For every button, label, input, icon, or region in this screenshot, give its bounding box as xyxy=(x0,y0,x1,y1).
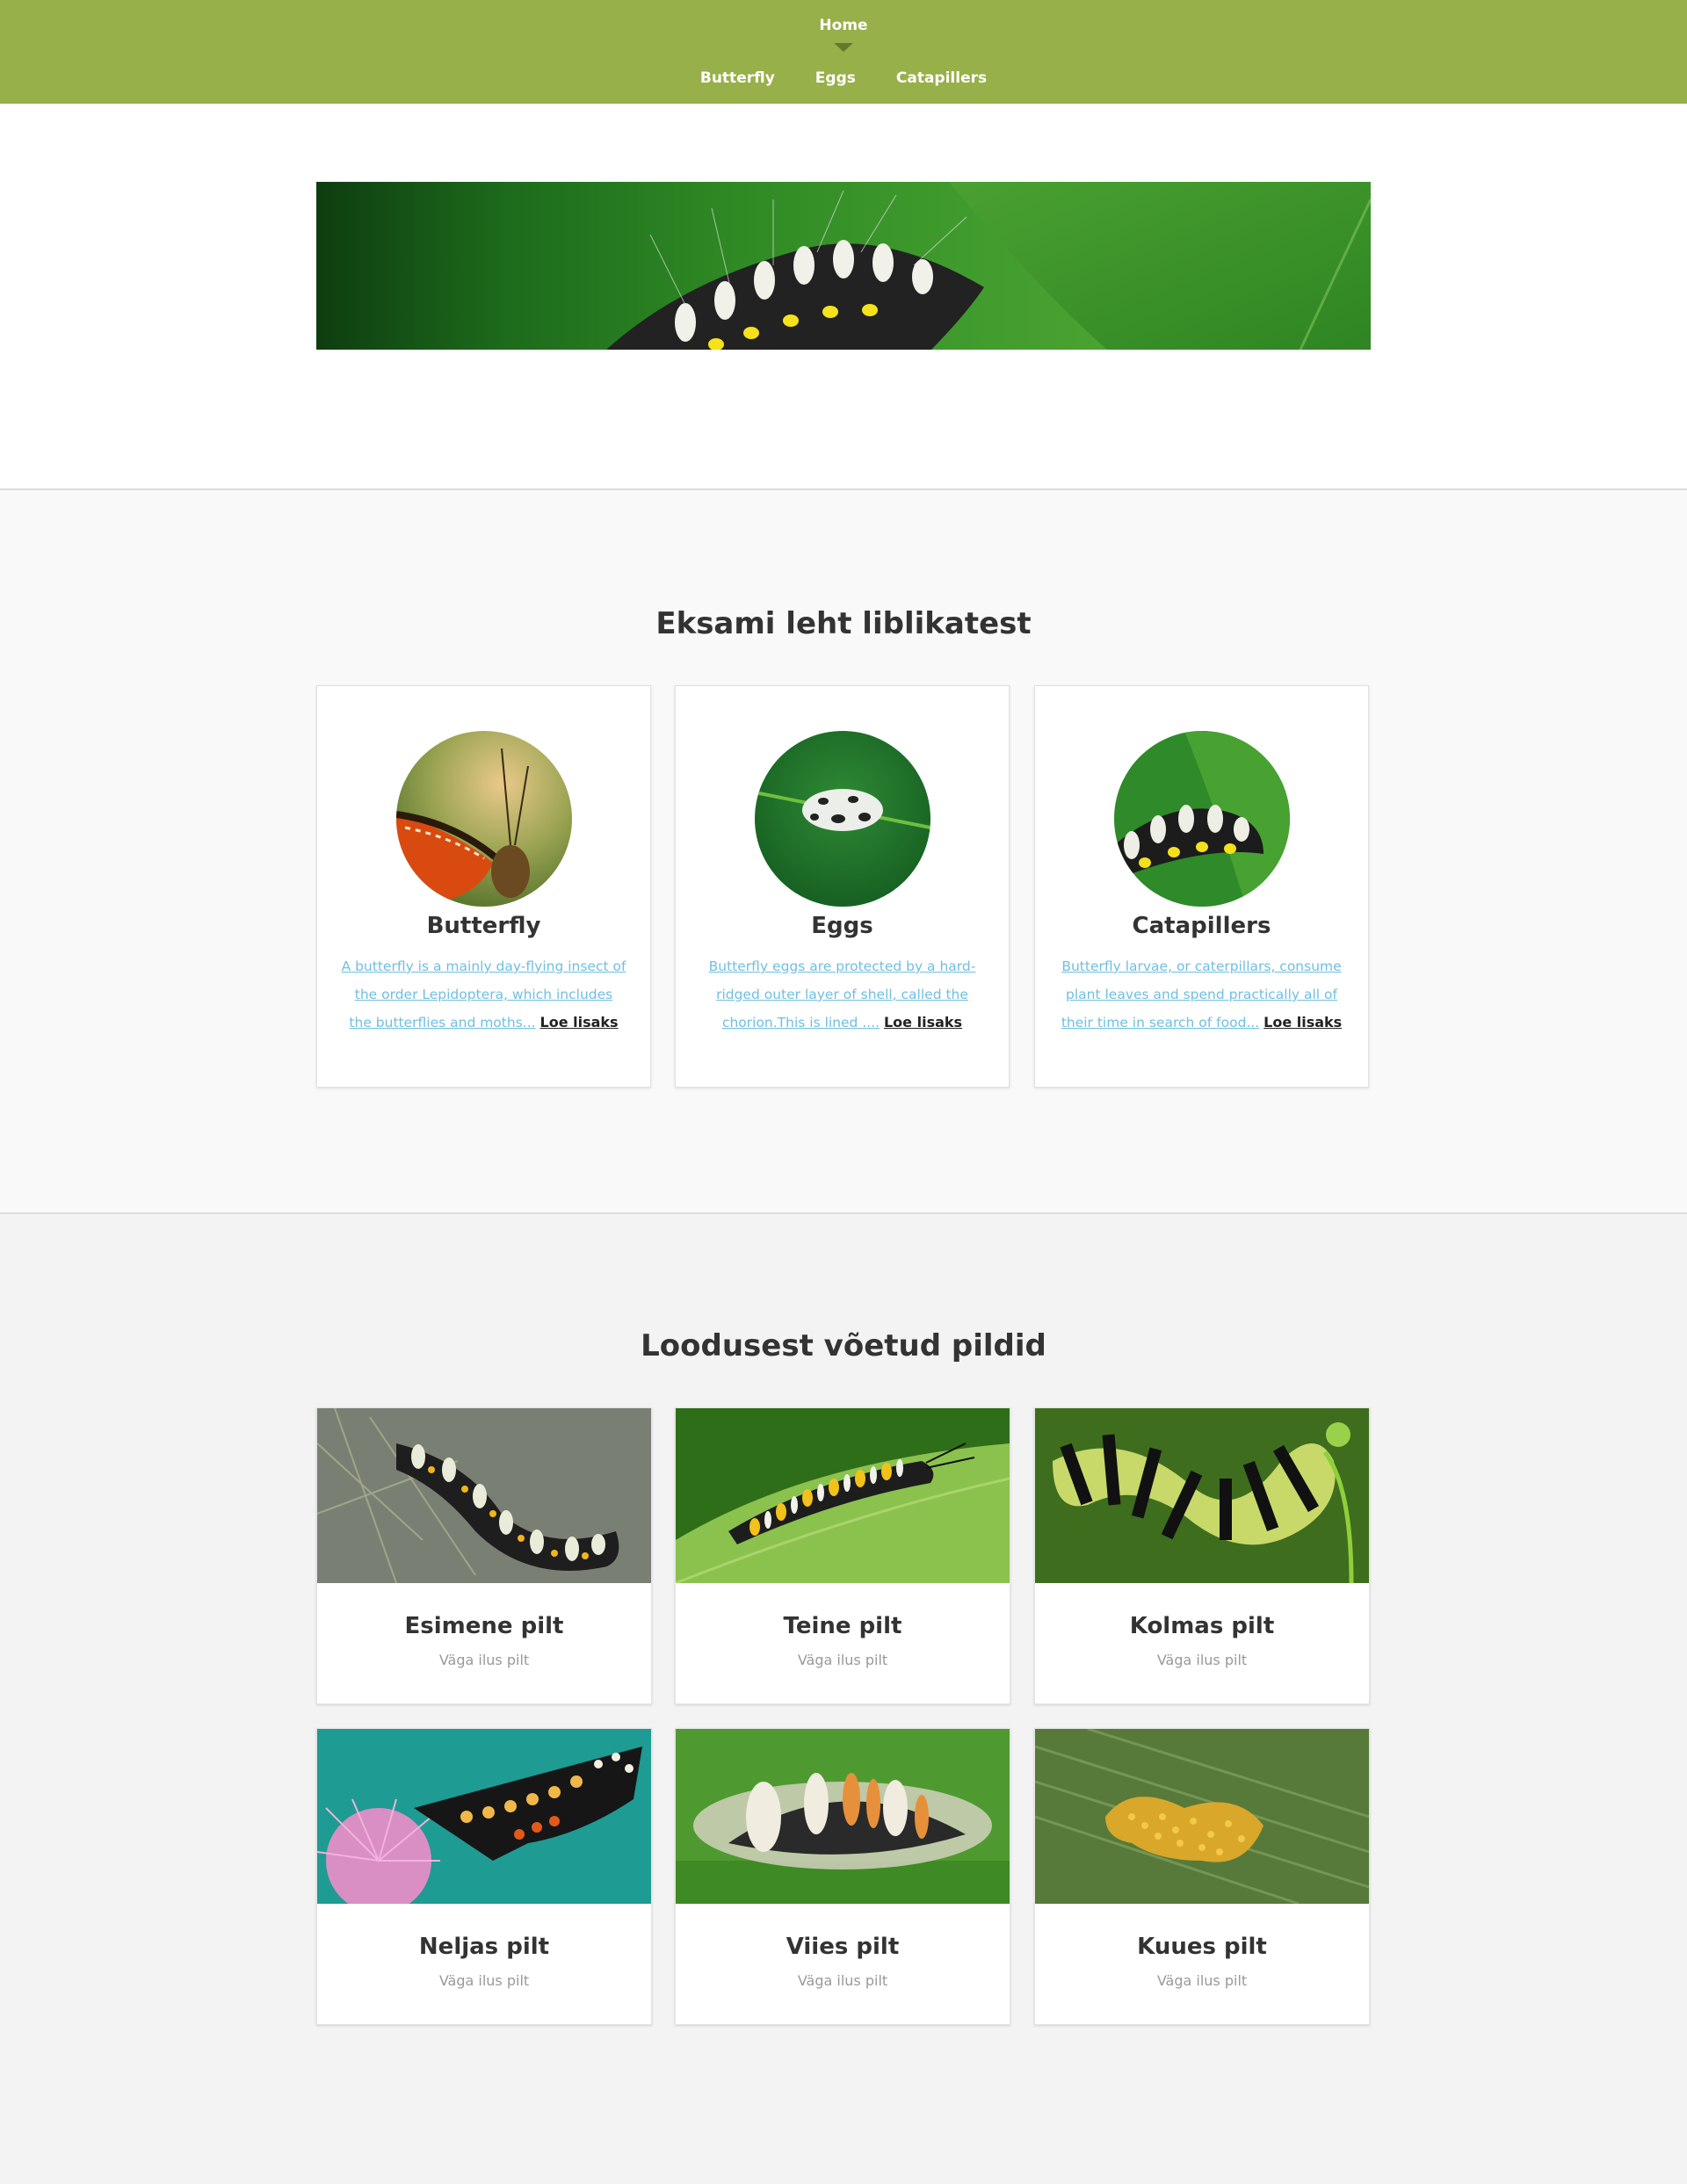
gallery-card-title: Teine pilt xyxy=(783,1613,902,1639)
gallery-section: Loodusest võetud pildid Esimene pilt Väg… xyxy=(0,1214,1687,2184)
nav-item-catapillers[interactable]: Catapillers xyxy=(896,69,987,87)
gallery-card-subtitle: Väga ilus pilt xyxy=(1156,1652,1248,1668)
gallery-card-title: Viies pilt xyxy=(786,1934,900,1960)
gallery-card-title: Kolmas pilt xyxy=(1129,1613,1275,1639)
gallery-card-2[interactable]: Teine pilt Väga ilus pilt xyxy=(675,1407,1010,1704)
egg-image xyxy=(755,731,930,907)
nav-caret-icon xyxy=(834,43,853,52)
gallery-card-subtitle: Väga ilus pilt xyxy=(1156,1972,1248,1989)
gallery-card-3[interactable]: Kolmas pilt Väga ilus pilt xyxy=(1034,1407,1370,1704)
nav-home-link[interactable]: Home xyxy=(819,17,867,34)
read-more-link[interactable]: Loe lisaks xyxy=(884,1014,962,1031)
butterfly-image xyxy=(396,731,572,907)
feature-card-catapillers: Catapillers Butterfly larvae, or caterpi… xyxy=(1034,685,1369,1088)
gallery-image-2 xyxy=(676,1408,1010,1583)
card-title: Catapillers xyxy=(1132,913,1271,939)
gallery-card-title: Neljas pilt xyxy=(418,1934,550,1960)
gallery-image-6 xyxy=(1035,1729,1369,1904)
gallery-card-title: Esimene pilt xyxy=(404,1613,564,1639)
caterpillar-image xyxy=(1114,731,1290,907)
gallery-card-1[interactable]: Esimene pilt Väga ilus pilt xyxy=(316,1407,652,1704)
about-title: Eksami leht liblikatest xyxy=(655,606,1032,641)
card-title: Butterfly xyxy=(426,913,541,939)
gallery-card-4[interactable]: Neljas pilt Väga ilus pilt xyxy=(316,1728,652,2025)
about-section: Eksami leht liblikatest Butterfly A butt… xyxy=(0,490,1687,1214)
read-more-link[interactable]: Loe lisaks xyxy=(1263,1014,1342,1031)
site-header: Home Butterfly Eggs Catapillers xyxy=(0,0,1687,104)
feature-card-butterfly: Butterfly A butterfly is a mainly day-fl… xyxy=(316,685,651,1088)
card-text: A butterfly is a mainly day-flying insec… xyxy=(340,952,627,1037)
nav-home: Home xyxy=(0,17,1687,34)
gallery-card-title: Kuues pilt xyxy=(1137,1934,1267,1960)
banner-section xyxy=(0,104,1687,490)
feature-card-eggs: Eggs Butterfly eggs are protected by a h… xyxy=(675,685,1010,1088)
gallery-card-subtitle: Väga ilus pilt xyxy=(438,1652,530,1668)
gallery-card-5[interactable]: Viies pilt Väga ilus pilt xyxy=(675,1728,1010,2025)
read-more-link[interactable]: Loe lisaks xyxy=(540,1014,619,1031)
gallery-card-subtitle: Väga ilus pilt xyxy=(438,1972,530,1989)
nav-item-eggs[interactable]: Eggs xyxy=(815,69,856,87)
gallery-image-1 xyxy=(317,1408,651,1583)
banner-caterpillar-illustration xyxy=(606,182,1371,350)
gallery-card-subtitle: Väga ilus pilt xyxy=(797,1972,888,1989)
card-text: Butterfly eggs are protected by a hard-r… xyxy=(699,952,986,1037)
gallery-title: Loodusest võetud pildid xyxy=(641,1328,1046,1363)
card-title: Eggs xyxy=(811,913,873,939)
gallery-image-3 xyxy=(1035,1408,1369,1583)
banner-image xyxy=(316,182,1371,350)
gallery-card-subtitle: Väga ilus pilt xyxy=(797,1652,888,1668)
nav-item-butterfly[interactable]: Butterfly xyxy=(700,69,775,87)
gallery-card-6[interactable]: Kuues pilt Väga ilus pilt xyxy=(1034,1728,1370,2025)
sub-navigation: Butterfly Eggs Catapillers xyxy=(0,69,1687,87)
gallery-image-4 xyxy=(317,1729,651,1904)
card-text: Butterfly larvae, or caterpillars, consu… xyxy=(1058,952,1345,1037)
gallery-image-5 xyxy=(676,1729,1010,1904)
